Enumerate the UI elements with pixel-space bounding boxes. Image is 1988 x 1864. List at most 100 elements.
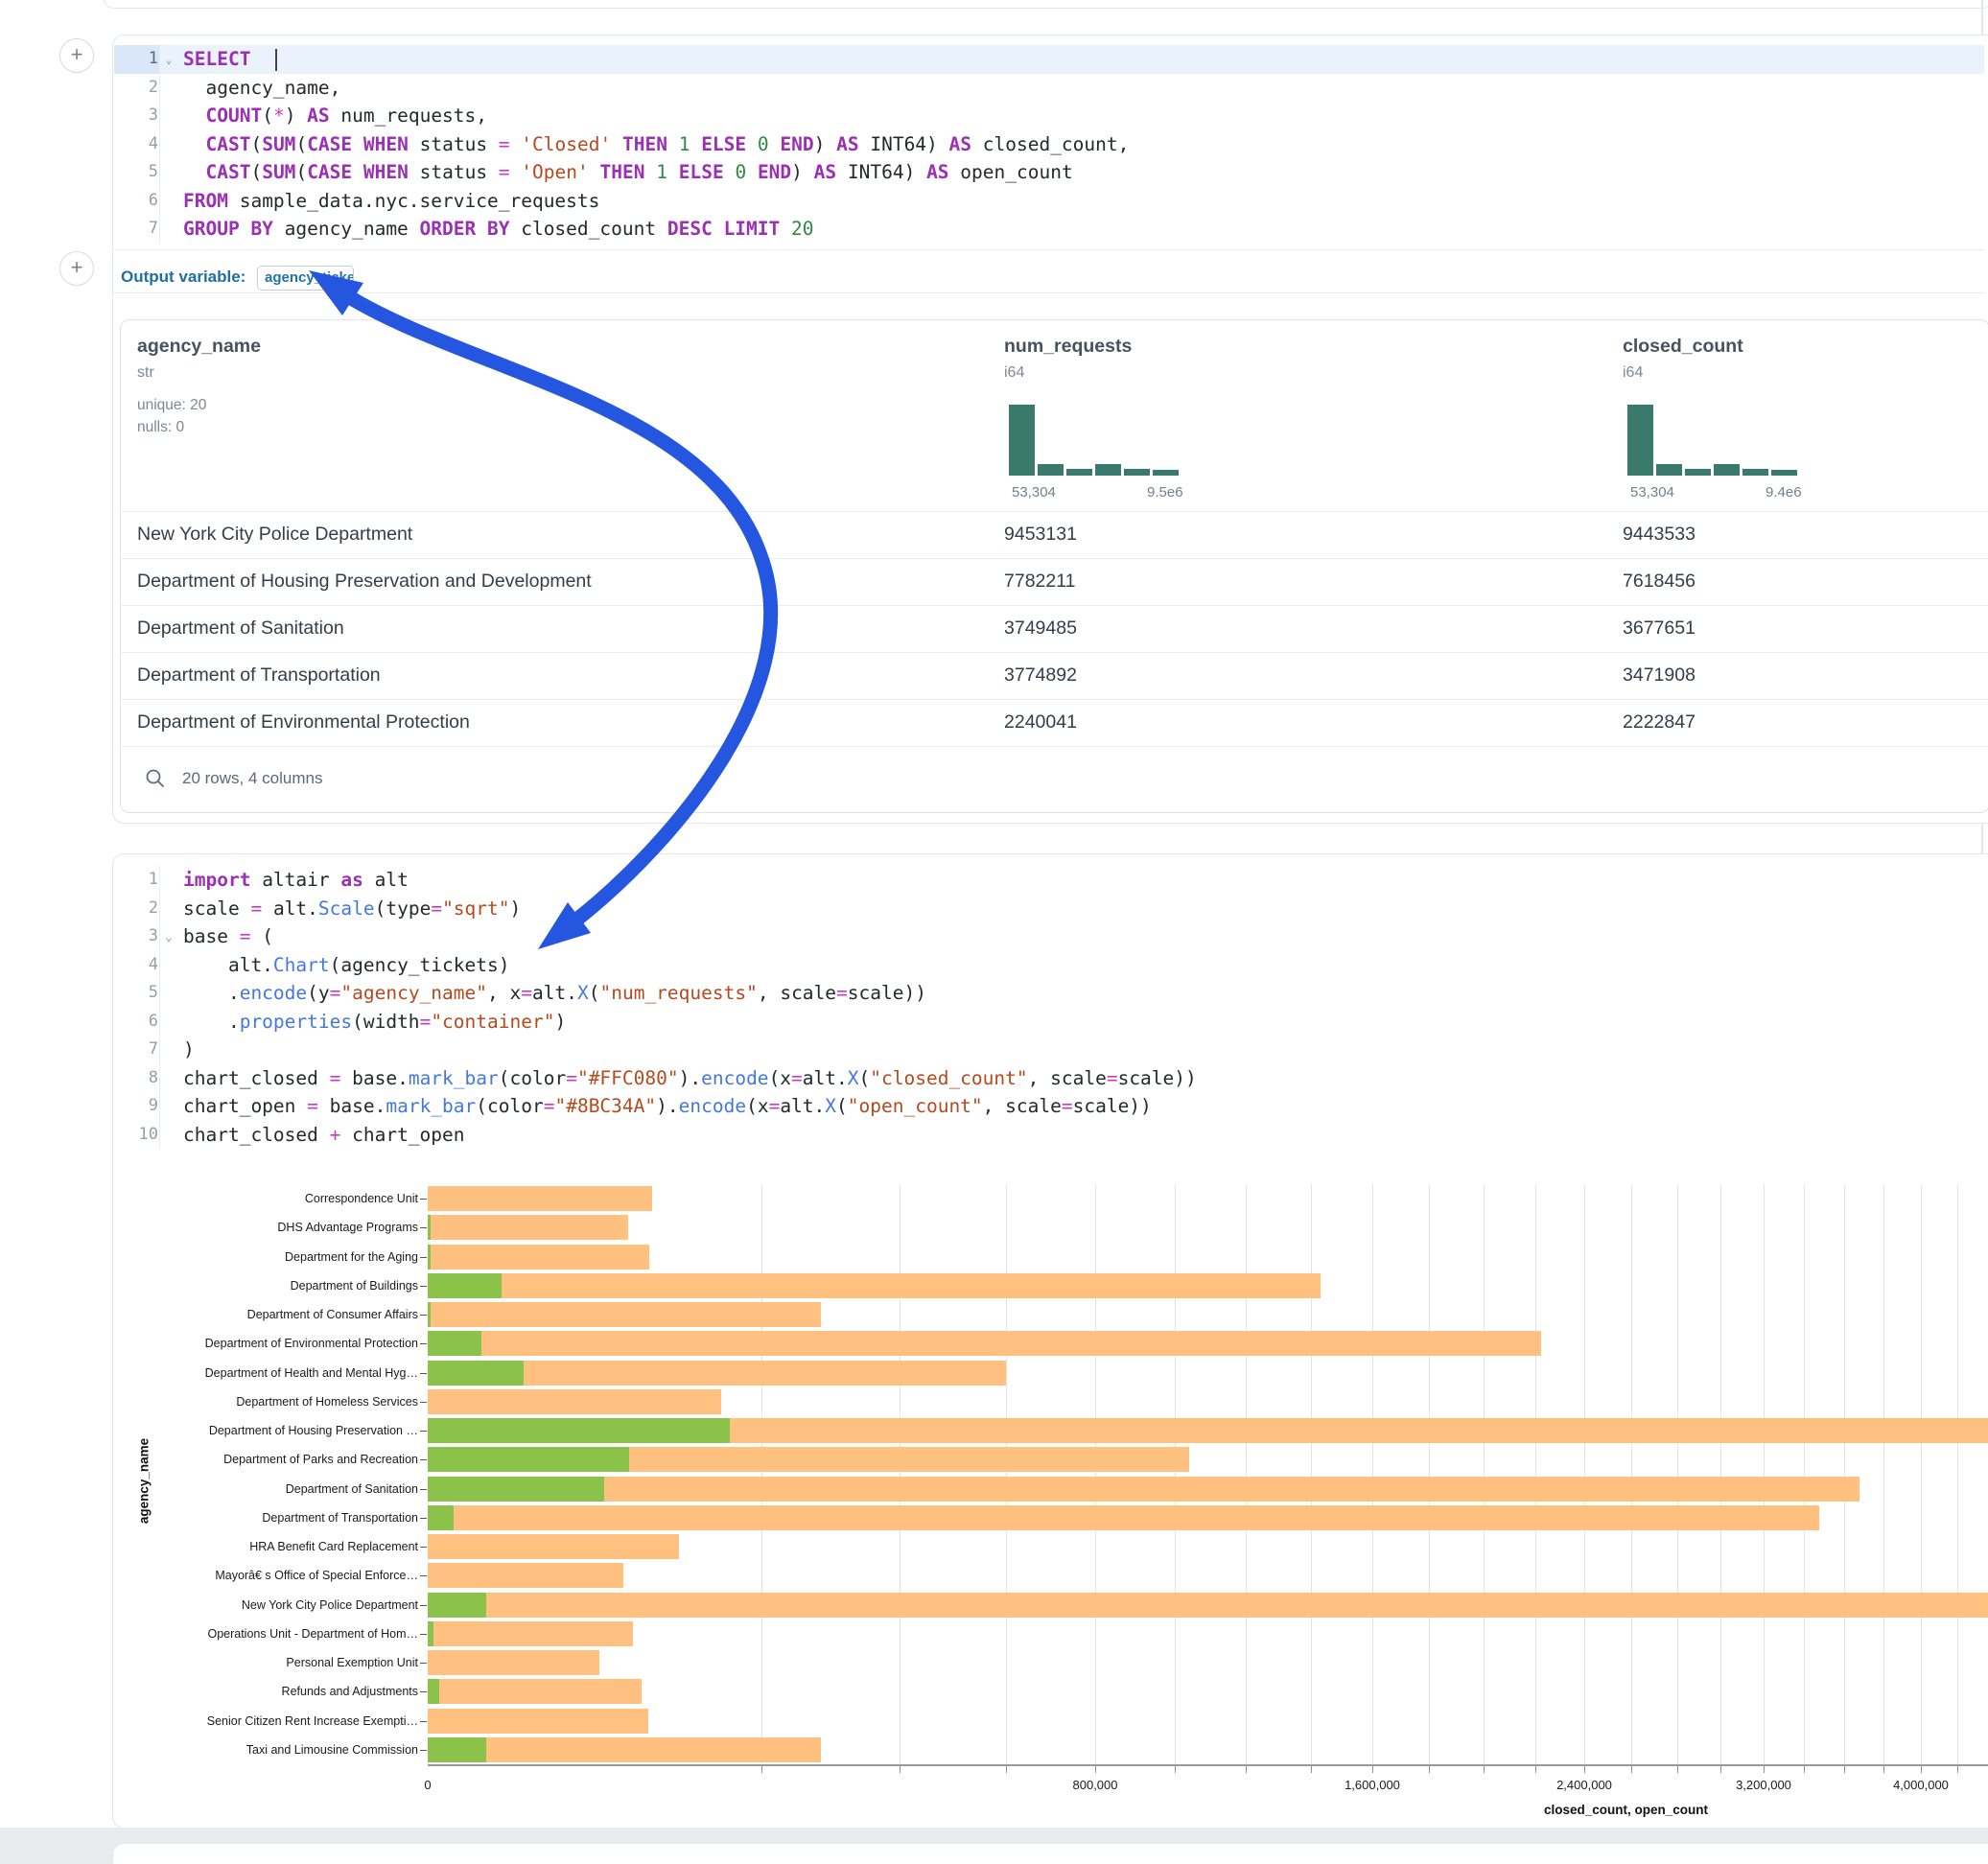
text-cursor [275, 49, 277, 71]
column-type-num-requests: i64 [1004, 364, 1024, 382]
y-axis-label: Department of Parks and Recreation [140, 1453, 418, 1466]
x-axis-tick [1484, 1766, 1485, 1773]
code-line-10[interactable]: 10chart_closed + chart_open [114, 1121, 1984, 1150]
column-type-closed-count: i64 [1623, 364, 1643, 382]
line-number: 3 [114, 922, 160, 951]
bar-chart: agency_name Correspondence UnitDHS Advan… [0, 1170, 1988, 1831]
cell-num_requests: 3774892 [1004, 664, 1077, 687]
gridline [1246, 1184, 1247, 1764]
y-axis-tick [420, 1227, 427, 1228]
closed-count-bar [428, 1650, 599, 1675]
gridline [1957, 1184, 1958, 1764]
closed-count-bar [428, 1186, 652, 1211]
closed-count-bar [428, 1737, 821, 1762]
gridline [1006, 1184, 1007, 1764]
code-text: agency_name, [177, 77, 340, 99]
y-axis-tick [420, 1489, 427, 1490]
cell-closed_count: 3677651 [1623, 617, 1696, 640]
code-line-3[interactable]: 3⌄base = ( [114, 922, 1984, 951]
y-axis-tick [420, 1431, 427, 1432]
y-axis-tick [420, 1199, 427, 1200]
line-number: 2 [114, 74, 160, 103]
row-divider [120, 558, 1988, 559]
code-line-7[interactable]: 7GROUP BY agency_name ORDER BY closed_co… [114, 215, 1984, 244]
x-axis-tick [761, 1766, 762, 1773]
output-row-divider [113, 292, 1985, 293]
gridline [1921, 1184, 1922, 1764]
x-axis-tick [1429, 1766, 1430, 1773]
line-number: 7 [114, 215, 160, 244]
line-number: 9 [114, 1092, 160, 1121]
code-line-1[interactable]: 1⌄SELECT [114, 45, 1984, 74]
cell-num_requests: 3749485 [1004, 617, 1077, 640]
gridline [1631, 1184, 1632, 1764]
histogram-bar [1627, 405, 1653, 476]
x-axis-tick [1677, 1766, 1678, 1773]
code-line-4[interactable]: 4 CAST(SUM(CASE WHEN status = 'Closed' T… [114, 130, 1984, 159]
histogram-bar [1685, 469, 1711, 476]
add-cell-button-top[interactable]: + [59, 38, 94, 73]
line-number: 1 [114, 866, 160, 895]
code-line-3[interactable]: 3 COUNT(*) AS num_requests, [114, 102, 1984, 130]
closed-count-bar [428, 1215, 628, 1240]
fold-chevron-icon[interactable]: ⌄ [160, 53, 177, 66]
code-line-8[interactable]: 8chart_closed = base.mark_bar(color="#FF… [114, 1064, 1984, 1093]
code-line-7[interactable]: 7) [114, 1036, 1984, 1064]
code-text: SELECT [177, 48, 277, 71]
search-icon[interactable] [144, 767, 167, 790]
column-header-agency-name[interactable]: agency_name [137, 336, 261, 358]
code-text: .encode(y="agency_name", x=alt.X("num_re… [177, 982, 926, 1004]
histogram-bar [1095, 464, 1121, 476]
closed-count-bar [428, 1331, 1541, 1356]
line-number: 6 [114, 187, 160, 216]
code-line-6[interactable]: 6 FROM sample_data.nyc.service_requests [114, 187, 1984, 216]
output-variable-pill[interactable]: agency_tickets [257, 266, 354, 291]
histogram-min-label-num: 53,304 [1012, 484, 1056, 501]
cell-agency_name: Department of Environmental Protection [137, 711, 470, 734]
gridline [1429, 1184, 1430, 1764]
add-cell-button-output[interactable]: + [59, 251, 94, 286]
open-count-bar [428, 1593, 486, 1618]
results-table [120, 319, 1988, 813]
code-text: .properties(width="container") [177, 1011, 566, 1033]
y-axis-tick [420, 1575, 427, 1576]
column-header-num-requests[interactable]: num_requests [1004, 336, 1132, 358]
code-line-2[interactable]: 2 agency_name, [114, 74, 1984, 103]
code-line-2[interactable]: 2scale = alt.Scale(type="sqrt") [114, 895, 1984, 923]
next-cell-edge [112, 1843, 1988, 1864]
row-divider [120, 746, 1988, 747]
x-axis-tick-label: 4,000,000 [1893, 1778, 1949, 1792]
code-line-6[interactable]: 6 .properties(width="container") [114, 1008, 1984, 1037]
code-text: CAST(SUM(CASE WHEN status = 'Closed' THE… [177, 133, 1129, 155]
y-axis-tick [420, 1373, 427, 1374]
python-editor[interactable]: 1import altair as alt2scale = alt.Scale(… [114, 866, 1984, 1150]
y-axis-label: Department of Health and Mental Hyg… [140, 1366, 418, 1380]
code-line-9[interactable]: 9chart_open = base.mark_bar(color="#8BC3… [114, 1092, 1984, 1121]
code-line-1[interactable]: 1import altair as alt [114, 866, 1984, 895]
notebook-page: + + 1⌄SELECT 2 agency_name,3 COUNT(*) AS… [0, 0, 1988, 1864]
code-text: FROM sample_data.nyc.service_requests [177, 190, 599, 212]
code-line-5[interactable]: 5 CAST(SUM(CASE WHEN status = 'Open' THE… [114, 158, 1984, 187]
histogram-closed-count [1627, 405, 1797, 476]
x-axis-tick-label: 0 [424, 1778, 431, 1792]
code-line-4[interactable]: 4 alt.Chart(agency_tickets) [114, 951, 1984, 980]
row-divider [120, 605, 1988, 606]
open-count-bar [428, 1418, 730, 1443]
row-divider [120, 699, 1988, 700]
code-line-5[interactable]: 5 .encode(y="agency_name", x=alt.X("num_… [114, 979, 1984, 1008]
open-count-bar [428, 1302, 431, 1327]
column-header-closed-count[interactable]: closed_count [1623, 336, 1743, 358]
line-number: 5 [114, 979, 160, 1008]
closed-count-bar [428, 1621, 633, 1646]
column-stat-unique: unique: 20 [137, 397, 206, 414]
x-axis-tick [1957, 1766, 1958, 1773]
fold-chevron-icon[interactable]: ⌄ [160, 930, 177, 944]
sql-editor[interactable]: 1⌄SELECT 2 agency_name,3 COUNT(*) AS num… [114, 45, 1984, 246]
gridline [1764, 1184, 1765, 1764]
open-count-bar [428, 1361, 524, 1386]
x-axis-tick [1535, 1766, 1536, 1773]
column-stat-nulls: nulls: 0 [137, 419, 184, 436]
y-axis-label: HRA Benefit Card Replacement [140, 1540, 418, 1553]
gridline [1677, 1184, 1678, 1764]
y-axis-label: DHS Advantage Programs [140, 1221, 418, 1234]
